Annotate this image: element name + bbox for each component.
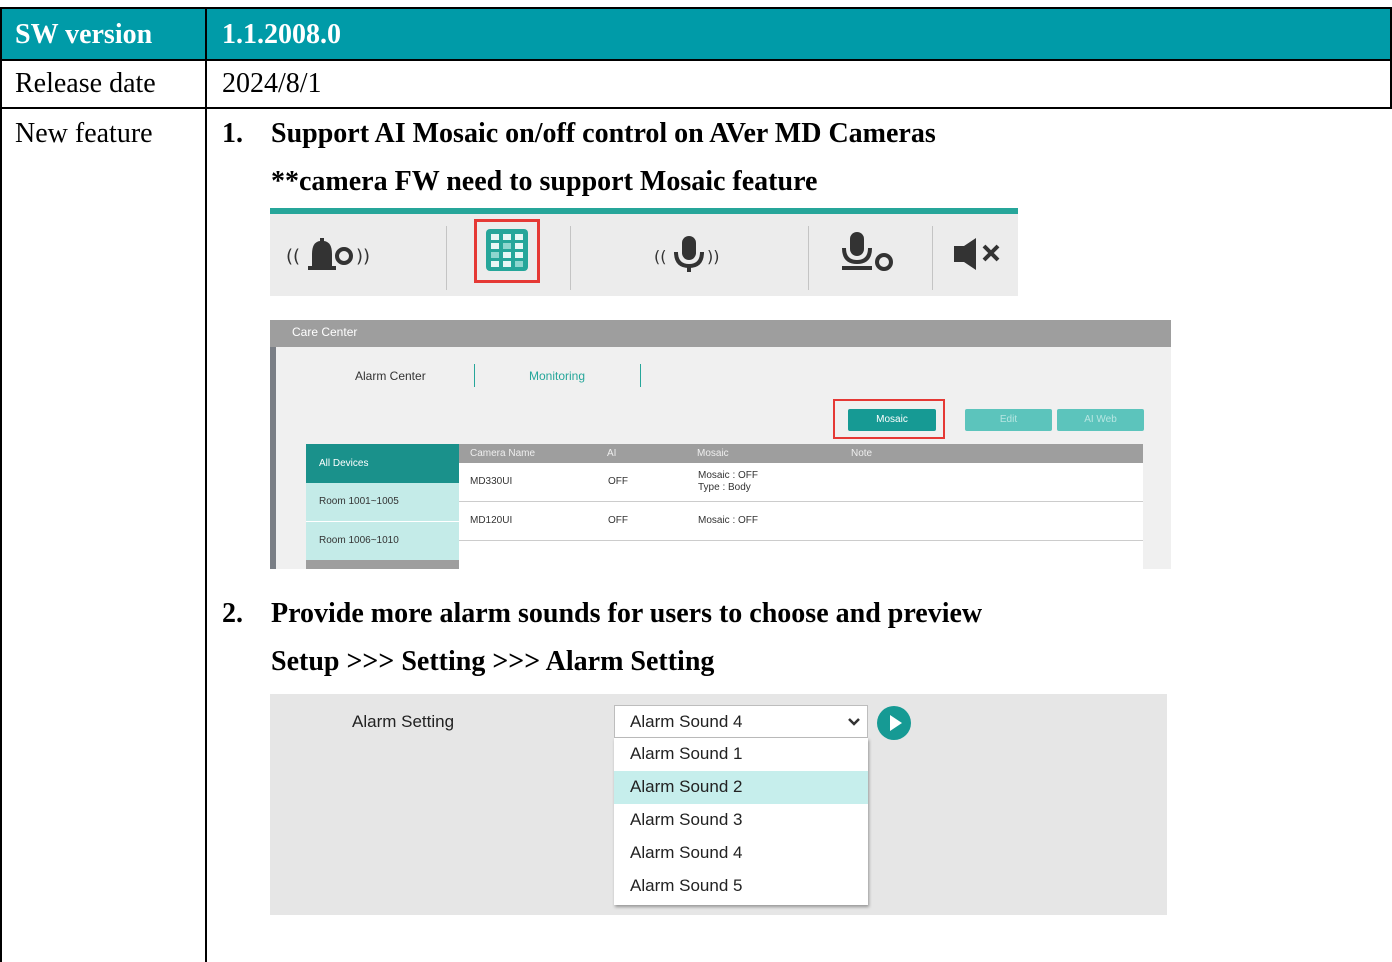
mosaic-cell: Mosaic : OFF (698, 470, 759, 481)
alarm-sound-dropdown: Alarm Sound 1 Alarm Sound 2 Alarm Sound … (614, 738, 868, 905)
care-center-screenshot: Care Center Alarm Center Monitoring Mosa… (270, 320, 1171, 569)
camera-name-cell: MD330UI (470, 476, 513, 487)
device-table: Camera Name AI Mosaic Note MD330UI OFF M… (459, 444, 1143, 569)
mosaic-button-label: Mosaic (876, 414, 908, 425)
svg-text:((: (( (654, 247, 666, 266)
release-date-label: Release date (15, 68, 156, 99)
care-center-titlebar (270, 320, 1171, 347)
alarm-sound-select[interactable]: Alarm Sound 4 (614, 705, 868, 738)
row-separator (0, 107, 1392, 109)
group-item-all-devices[interactable]: All Devices (306, 444, 459, 483)
group-label: Room 1006~1010 (319, 535, 399, 546)
dropdown-option[interactable]: Alarm Sound 1 (614, 738, 868, 771)
play-preview-icon[interactable] (876, 705, 912, 741)
camera-toolbar-screenshot: (( )) (( )) (270, 208, 1018, 296)
ai-cell: OFF (608, 476, 628, 487)
device-table-header: Camera Name AI Mosaic Note (459, 444, 1143, 463)
edit-button[interactable]: Edit (965, 409, 1052, 431)
new-feature-label: New feature (15, 118, 153, 149)
header-row (0, 8, 1392, 60)
dropdown-option[interactable]: Alarm Sound 5 (614, 870, 868, 903)
microphone-broadcast-icon[interactable]: (( )) (654, 232, 724, 276)
table-left-border (0, 7, 2, 962)
ai-web-button-label: AI Web (1084, 414, 1117, 425)
mosaic-grid-icon[interactable] (486, 229, 528, 271)
group-item-room-1001[interactable]: Room 1001~1005 (306, 483, 459, 522)
edit-button-label: Edit (999, 414, 1018, 425)
header-bottom-border (0, 59, 1392, 61)
column-header: Note (851, 448, 873, 459)
table-row[interactable]: MD330UI OFF Mosaic : OFF Type : Body (459, 463, 1143, 502)
table-column-divider (205, 7, 207, 962)
column-header: Mosaic (697, 448, 729, 459)
table-row[interactable]: MD120UI OFF Mosaic : OFF (459, 502, 1143, 541)
ai-cell: OFF (608, 515, 628, 526)
feature-subtitle: **camera FW need to support Mosaic featu… (271, 166, 818, 197)
toolbar-separator (446, 226, 447, 290)
feature-title: Provide more alarm sounds for users to c… (271, 598, 983, 629)
column-header: Camera Name (470, 448, 536, 459)
group-label: All Devices (319, 458, 369, 469)
tab-divider (640, 364, 641, 387)
toolbar-separator (570, 226, 571, 290)
release-date-value: 2024/8/1 (222, 68, 322, 99)
column-header: AI (607, 448, 617, 459)
feature-title: Support AI Mosaic on/off control on AVer… (271, 118, 936, 149)
svg-text:)): )) (707, 247, 719, 266)
svg-text:)): )) (356, 246, 370, 267)
left-photo-strip (270, 347, 276, 569)
toolbar-accent-bar (270, 208, 1018, 214)
mosaic-button[interactable]: Mosaic (848, 409, 936, 431)
sw-version-value: 1.1.2008.0 (222, 19, 341, 50)
svg-text:((: (( (286, 246, 300, 267)
feature-subtitle: Setup >>> Setting >>> Alarm Setting (271, 646, 715, 677)
alarm-setting-label: Alarm Setting (352, 712, 455, 731)
dropdown-option[interactable]: Alarm Sound 3 (614, 804, 868, 837)
microphone-settings-icon[interactable] (840, 230, 902, 276)
feature-number: 2. (222, 598, 243, 629)
group-list-more (306, 560, 459, 569)
alarm-settings-icon[interactable]: (( )) (284, 232, 374, 276)
group-item-room-1006[interactable]: Room 1006~1010 (306, 522, 459, 560)
toolbar-separator (808, 226, 809, 290)
ai-web-button[interactable]: AI Web (1057, 409, 1144, 431)
alarm-sound-selected-value: Alarm Sound 4 (630, 712, 743, 731)
mosaic-cell: Mosaic : OFF (698, 515, 759, 526)
tab-monitoring[interactable]: Monitoring (529, 369, 585, 383)
camera-name-cell: MD120UI (470, 515, 513, 526)
chevron-down-icon (848, 718, 860, 726)
tab-alarm-center[interactable]: Alarm Center (355, 369, 426, 383)
alarm-setting-screenshot: Alarm Setting Alarm Sound 4 Alarm Sound … (270, 694, 1167, 915)
speaker-mute-icon[interactable] (952, 236, 1006, 272)
table-top-border (0, 7, 1392, 9)
toolbar-separator (932, 226, 933, 290)
care-center-title: Care Center (292, 325, 358, 339)
sw-version-label: SW version (15, 19, 153, 50)
dropdown-option[interactable]: Alarm Sound 2 (614, 771, 868, 804)
mosaic-type-cell: Type : Body (698, 482, 751, 493)
tab-divider (474, 364, 475, 387)
dropdown-option[interactable]: Alarm Sound 4 (614, 837, 868, 870)
feature-number: 1. (222, 118, 243, 149)
group-label: Room 1001~1005 (319, 496, 399, 507)
